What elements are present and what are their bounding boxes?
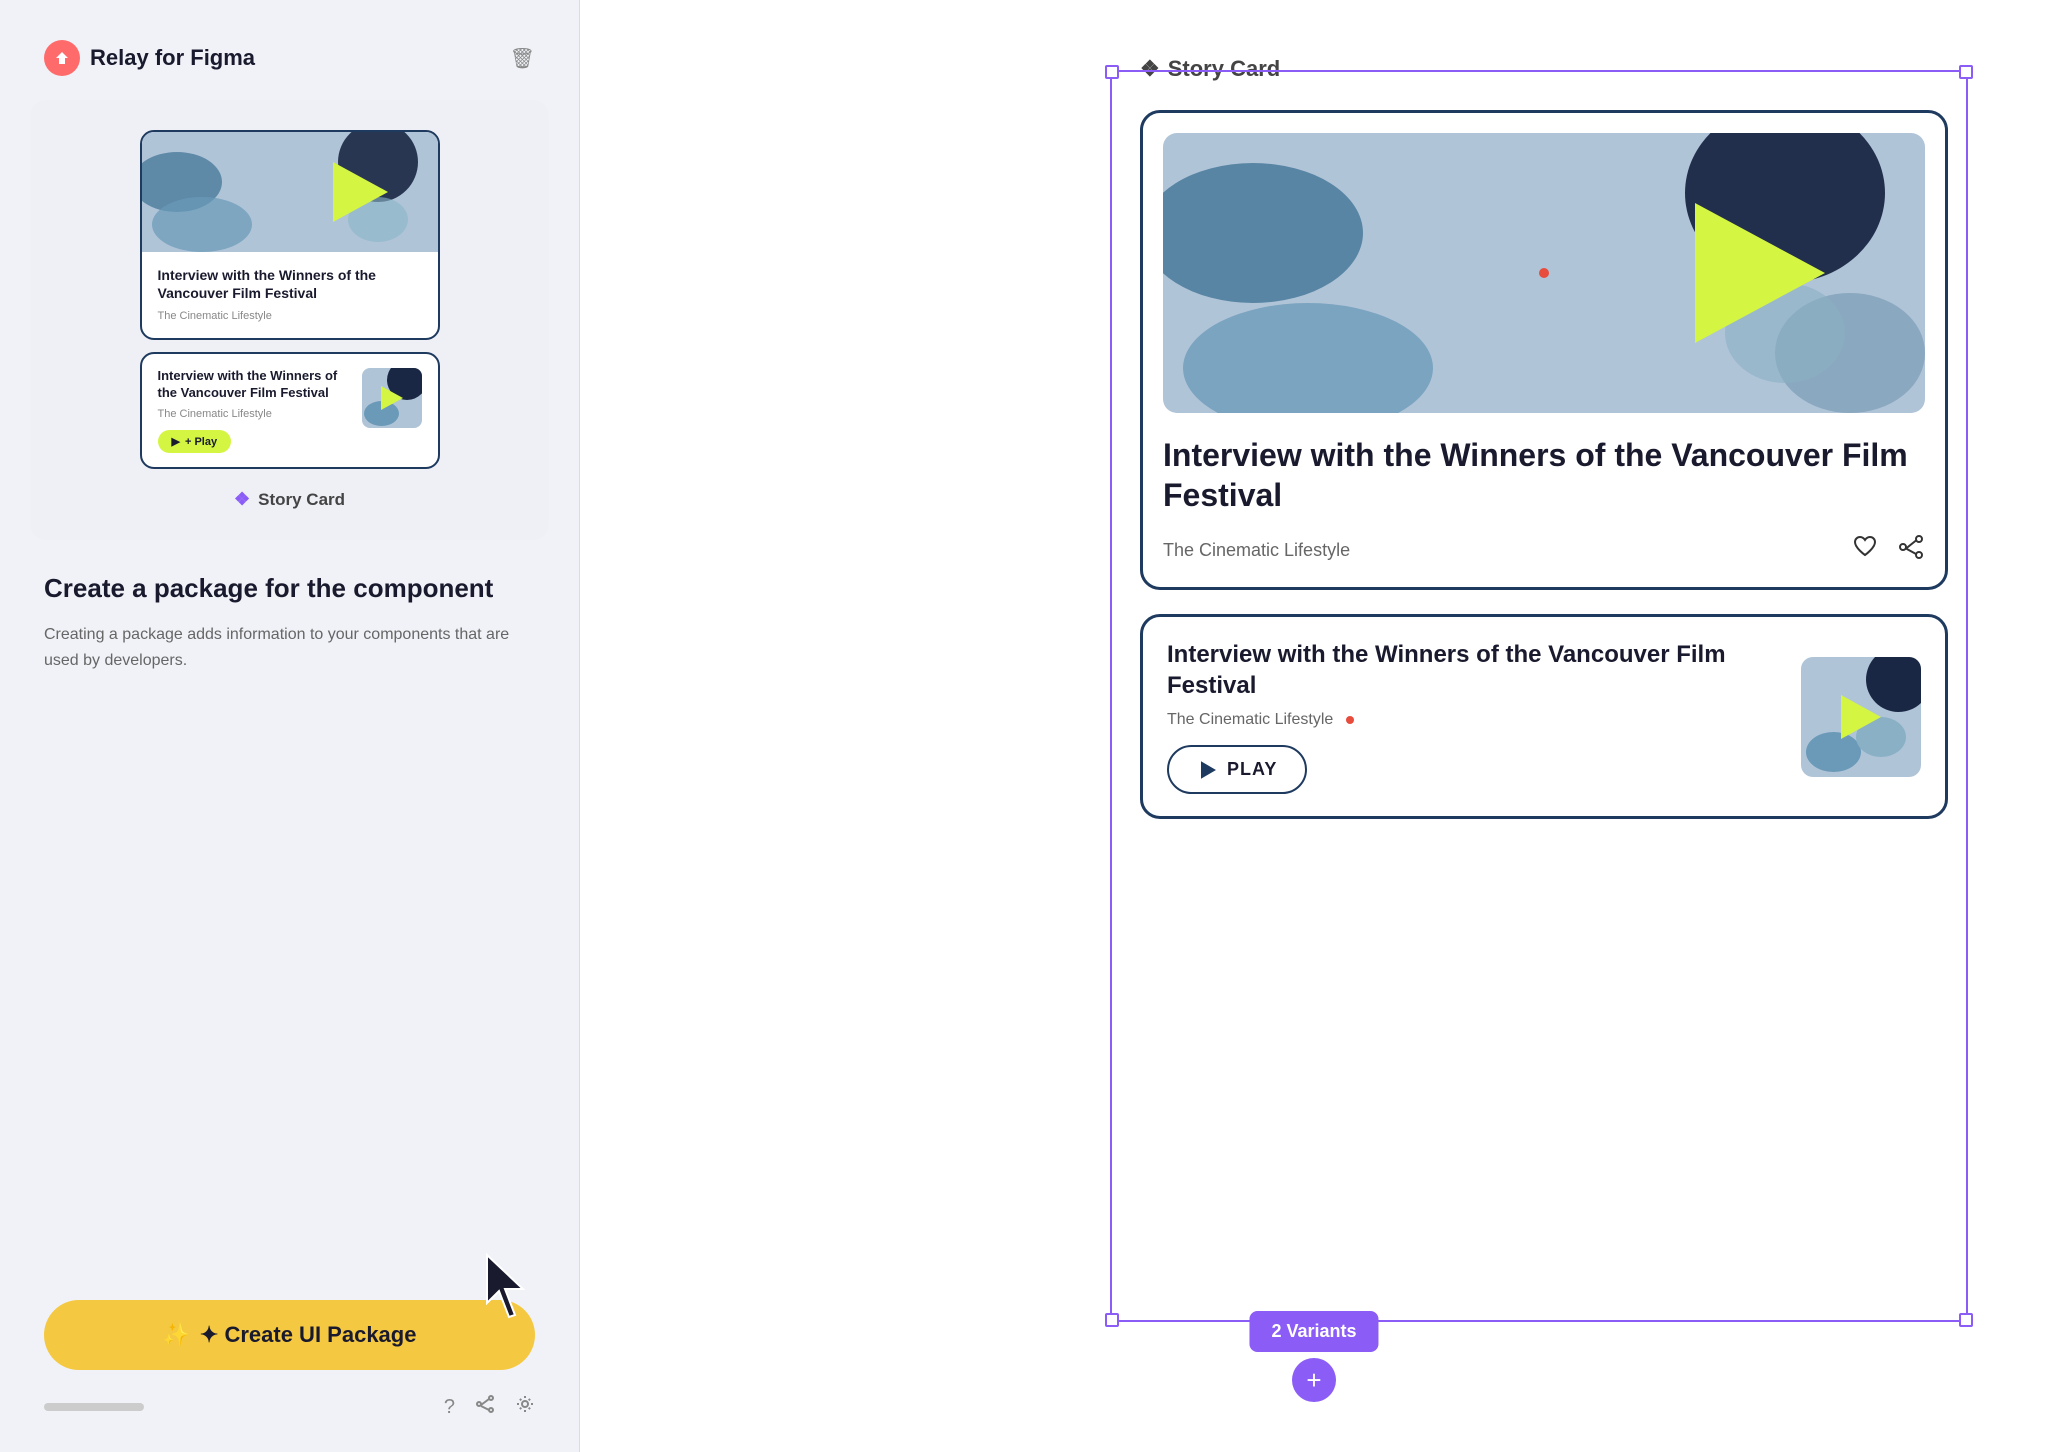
play-label-large: PLAY — [1227, 759, 1277, 780]
horiz-card-title: Interview with the Winners of the Vancou… — [1167, 639, 1779, 701]
add-variant-button[interactable]: + — [1292, 1358, 1336, 1402]
big-card-actions — [1851, 533, 1925, 567]
big-card-title: Interview with the Winners of the Vancou… — [1163, 435, 1925, 515]
create-btn-icon: ✨ — [163, 1322, 190, 1348]
small-card-horizontal: Interview with the Winners of the Vancou… — [140, 352, 440, 469]
card-subtitle-v2: The Cinematic Lifestyle — [158, 408, 350, 420]
big-card-subtitle: The Cinematic Lifestyle — [1163, 540, 1350, 561]
left-panel: Relay for Figma 🗑 Interview with the Win… — [0, 0, 580, 1452]
panel-header: Relay for Figma 🗑 — [0, 0, 579, 100]
card-thumb-v2 — [362, 368, 422, 428]
app-name: Relay for Figma — [90, 45, 255, 71]
handle-tl — [1105, 65, 1119, 79]
handle-br — [1959, 1313, 1973, 1327]
card-title-v2: Interview with the Winners of the Vancou… — [158, 368, 350, 402]
handle-tr — [1959, 65, 1973, 79]
horiz-card-content: Interview with the Winners of the Vancou… — [1167, 639, 1779, 794]
horiz-card: Interview with the Winners of the Vancou… — [1140, 614, 1948, 819]
relay-logo-icon — [44, 40, 80, 76]
component-name: Story Card — [258, 490, 345, 510]
create-btn-label: ✦ Create UI Package — [200, 1322, 417, 1348]
variants-badge: 2 Variants — [1249, 1311, 1378, 1352]
info-section: Create a package for the component Creat… — [0, 540, 579, 1300]
relay-logo: Relay for Figma — [44, 40, 255, 76]
story-card-label: ❖ Story Card — [1140, 56, 1280, 82]
scroll-indicator — [44, 1403, 144, 1411]
story-card-name: Story Card — [1168, 56, 1280, 82]
create-btn-wrap: ✨ ✦ Create UI Package — [0, 1300, 579, 1394]
settings-icon[interactable] — [515, 1394, 535, 1420]
story-card-asterisk-icon: ❖ — [1140, 56, 1160, 82]
card-body-v1: Interview with the Winners of the Vancou… — [142, 252, 438, 338]
card-subtitle-v1: The Cinematic Lifestyle — [158, 310, 422, 322]
share-action-icon[interactable] — [1897, 533, 1925, 567]
help-icon[interactable]: ? — [444, 1396, 455, 1419]
card-content-v2: Interview with the Winners of the Vancou… — [158, 368, 350, 453]
cards-container: Interview with the Winners of the Vancou… — [1140, 110, 1948, 819]
component-label: ❖ Story Card — [234, 489, 345, 510]
right-panel: ❖ Story Card Interview with the Win — [580, 0, 2048, 1452]
big-card-footer: The Cinematic Lifestyle — [1163, 533, 1925, 567]
horiz-card-thumb — [1801, 657, 1921, 777]
big-card-vertical: Interview with the Winners of the Vancou… — [1140, 110, 1948, 590]
card-title-v1: Interview with the Winners of the Vancou… — [158, 266, 422, 302]
small-card-vertical: Interview with the Winners of the Vancou… — [140, 130, 440, 340]
big-card-image — [1163, 133, 1925, 413]
play-label-small: + Play — [185, 436, 217, 448]
create-ui-package-button[interactable]: ✨ ✦ Create UI Package — [44, 1300, 535, 1370]
bottom-bar: ? — [0, 1394, 579, 1452]
bottom-icons: ? — [444, 1394, 535, 1420]
play-button-large[interactable]: PLAY — [1167, 745, 1307, 794]
trash-icon[interactable]: 🗑 — [510, 46, 535, 71]
play-button-small[interactable]: ▶ + Play — [158, 430, 232, 453]
heart-icon[interactable] — [1851, 533, 1879, 567]
preview-area: Interview with the Winners of the Vancou… — [30, 100, 549, 540]
card-image-v1 — [142, 132, 438, 252]
info-title: Create a package for the component — [44, 572, 535, 606]
horiz-card-subtitle: The Cinematic Lifestyle — [1167, 711, 1779, 729]
asterisk-icon: ❖ — [234, 489, 250, 510]
handle-bl — [1105, 1313, 1119, 1327]
play-icon-small: ▶ — [172, 435, 180, 448]
share-icon[interactable] — [475, 1394, 495, 1420]
info-desc: Creating a package adds information to y… — [44, 622, 535, 673]
